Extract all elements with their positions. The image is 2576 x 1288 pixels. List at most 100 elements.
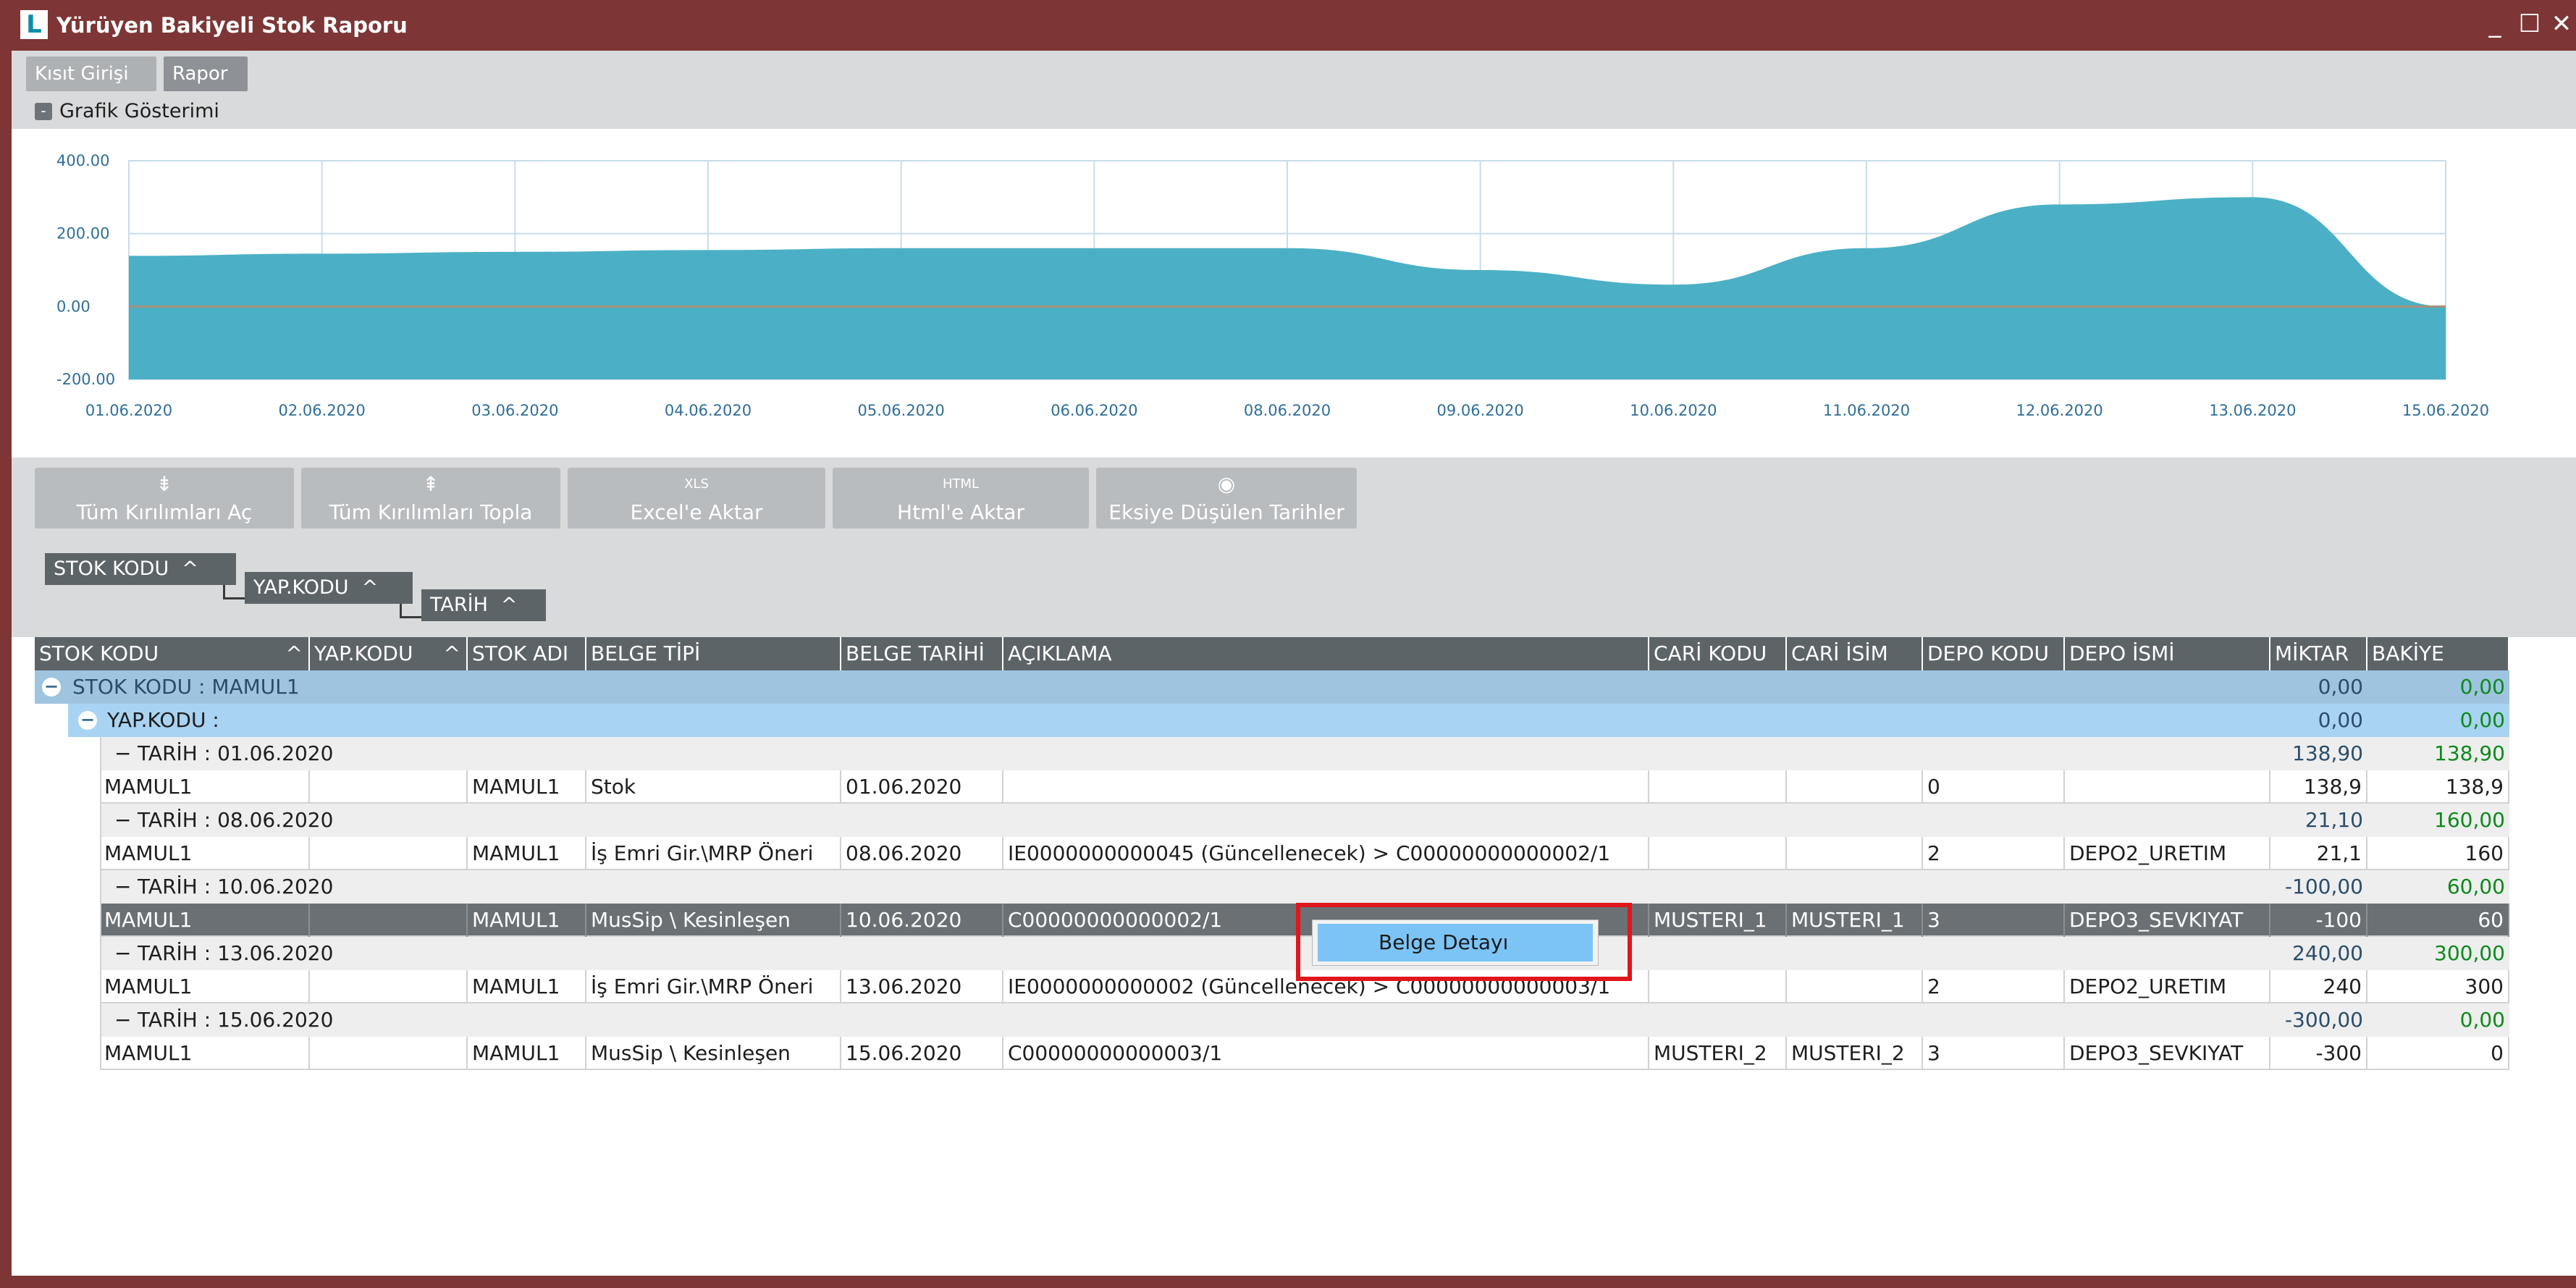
cell-stok-kodu[interactable]: MAMUL1 [100,770,310,804]
cell-bakiye[interactable]: 60 [2367,904,2509,937]
cell-bakiye[interactable]: 300 [2367,970,2509,1003]
cell-belge-tipi[interactable]: İş Emri Gir.\MRP Öneri [586,837,841,870]
cell-cari-isim[interactable] [1787,837,1923,870]
cell-yap-kodu[interactable] [310,770,468,804]
cell-aciklama[interactable]: IE0000000000045 (Güncellenecek) > C00000… [1003,837,1649,870]
cell-depo-ismi[interactable]: DEPO2_URETIM [2065,837,2270,870]
cell-depo-kodu[interactable]: 2 [1923,837,2065,870]
col-header-depo-kodu[interactable]: DEPO KODU [1923,637,2065,670]
cell-depo-ismi[interactable]: DEPO2_URETIM [2065,970,2270,1003]
cell-bakiye[interactable]: 138,9 [2367,770,2509,804]
cell-belge-tipi[interactable]: MusSip \ Kesinleşen [586,1037,841,1070]
cell-stok-adi[interactable]: MAMUL1 [468,770,586,804]
cell-stok-kodu[interactable]: MAMUL1 [100,970,310,1003]
export-html-button[interactable]: HTML Html'e Aktar [833,468,1089,529]
cell-yap-kodu[interactable] [310,970,468,1003]
table-row[interactable]: MAMUL1 MAMUL1 MusSip \ Kesinleşen 15.06.202… [35,1037,2509,1070]
cell-aciklama[interactable]: C00000000000003/1 [1003,1037,1649,1070]
date-collapse-icon[interactable]: − [114,937,131,970]
date-collapse-icon[interactable]: − [114,870,131,904]
col-header-belge-tarihi[interactable]: BELGE TARİHİ [841,637,1003,670]
cell-stok-kodu[interactable]: MAMUL1 [100,1037,310,1070]
cell-bakiye[interactable]: 160 [2367,837,2509,870]
date-group-row[interactable]: − TARİH : 08.06.2020 21,10 160,00 [35,804,2509,837]
cell-belge-tarihi[interactable]: 13.06.2020 [841,970,1003,1003]
cell-depo-ismi[interactable] [2065,770,2270,804]
col-header-miktar[interactable]: MİKTAR [2270,637,2367,670]
cell-depo-kodu[interactable]: 2 [1923,970,2065,1003]
collapse-all-button[interactable]: ⇞ Tüm Kırılımları Topla [301,468,560,529]
close-icon[interactable]: ✕ [2546,6,2576,42]
cell-cari-kodu[interactable]: MUSTERI_2 [1649,1037,1787,1070]
sort-caret-icon[interactable]: ^ [501,594,518,616]
cell-cari-kodu[interactable] [1649,970,1787,1003]
cell-miktar[interactable]: -100 [2270,904,2367,937]
groupby-chip-yap-kodu[interactable]: YAP.KODU ^ [245,572,413,604]
export-excel-button[interactable]: XLS Excel'e Aktar [568,468,825,529]
cell-aciklama[interactable] [1003,770,1649,804]
cell-stok-kodu[interactable]: MAMUL1 [100,904,310,937]
cell-yap-kodu[interactable] [310,904,468,937]
cell-depo-kodu[interactable]: 3 [1923,1037,2065,1070]
cell-cari-isim[interactable]: MUSTERI_2 [1787,1037,1923,1070]
date-collapse-icon[interactable]: − [114,1003,131,1037]
col-header-cari-isim[interactable]: CARİ İSİM [1787,637,1923,670]
cell-miktar[interactable]: -300 [2270,1037,2367,1070]
col-header-cari-kodu[interactable]: CARİ KODU [1649,637,1787,670]
maximize-icon[interactable]: ☐ [2514,6,2546,42]
date-collapse-icon[interactable]: − [114,804,131,837]
cell-stok-kodu[interactable]: MAMUL1 [100,837,310,870]
context-menu-item-belge-detayi[interactable]: Belge Detayı [1318,924,1593,961]
collapse-icon[interactable]: - [35,103,52,120]
cell-cari-isim[interactable]: MUSTERI_1 [1787,904,1923,937]
cell-cari-kodu[interactable] [1649,837,1787,870]
tab-kisit-girisi[interactable]: Kısıt Girişi [26,56,156,91]
col-header-belge-tipi[interactable]: BELGE TİPİ [586,637,841,670]
table-row[interactable]: MAMUL1 MAMUL1 İş Emri Gir.\MRP Öneri 13.06.… [35,970,2509,1003]
cell-miktar[interactable]: 138,9 [2270,770,2367,804]
group-row-stok-kodu[interactable]: − STOK KODU : MAMUL1 0,00 0,00 [35,670,2509,704]
cell-belge-tarihi[interactable]: 01.06.2020 [841,770,1003,804]
cell-bakiye[interactable]: 0 [2367,1037,2509,1070]
negative-dates-button[interactable]: ◉ Eksiye Düşülen Tarihler [1096,468,1357,529]
cell-belge-tipi[interactable]: MusSip \ Kesinleşen [586,904,841,937]
cell-depo-kodu[interactable]: 3 [1923,904,2065,937]
date-collapse-icon[interactable]: − [114,737,131,770]
table-row-selected[interactable]: MAMUL1 MAMUL1 MusSip \ Kesinleşen 10.06.202… [35,904,2509,937]
cell-cari-isim[interactable] [1787,770,1923,804]
cell-yap-kodu[interactable] [310,1037,468,1070]
col-header-aciklama[interactable]: AÇIKLAMA [1003,637,1649,670]
col-header-bakiye[interactable]: BAKİYE [2367,637,2509,670]
cell-belge-tarihi[interactable]: 10.06.2020 [841,904,1003,937]
cell-belge-tarihi[interactable]: 15.06.2020 [841,1037,1003,1070]
cell-miktar[interactable]: 240 [2270,970,2367,1003]
col-header-stok-kodu[interactable]: STOK KODU ^ [35,637,310,670]
cell-depo-ismi[interactable]: DEPO3_SEVKIYAT [2065,904,2270,937]
tab-rapor[interactable]: Rapor [164,56,248,91]
cell-depo-ismi[interactable]: DEPO3_SEVKIYAT [2065,1037,2270,1070]
collapse-group-icon[interactable]: − [78,711,97,730]
date-group-row[interactable]: − TARİH : 13.06.2020 240,00 300,00 [35,937,2509,970]
sort-caret-icon[interactable]: ^ [444,637,460,670]
date-group-row[interactable]: − TARİH : 10.06.2020 -100,00 60,00 [35,870,2509,904]
groupby-chip-tarih[interactable]: TARİH ^ [421,589,546,621]
minimize-icon[interactable]: _ [2479,6,2511,42]
sort-caret-icon[interactable]: ^ [286,637,303,670]
cell-depo-kodu[interactable]: 0 [1923,770,2065,804]
group-row-yap-kodu[interactable]: − YAP.KODU : 0,00 0,00 [35,704,2509,737]
table-row[interactable]: MAMUL1 MAMUL1 Stok 01.06.2020 0 138,9 138,9 [35,770,2509,804]
col-header-stok-adi[interactable]: STOK ADI [468,637,586,670]
col-header-yap-kodu[interactable]: YAP.KODU ^ [310,637,468,670]
date-group-row[interactable]: − TARİH : 15.06.2020 -300,00 0,00 [35,1003,2509,1037]
cell-stok-adi[interactable]: MAMUL1 [468,904,586,937]
cell-cari-isim[interactable] [1787,970,1923,1003]
cell-stok-adi[interactable]: MAMUL1 [468,970,586,1003]
col-header-depo-ismi[interactable]: DEPO İSMİ [2065,637,2270,670]
sort-caret-icon[interactable]: ^ [182,557,198,580]
cell-stok-adi[interactable]: MAMUL1 [468,837,586,870]
expand-all-button[interactable]: ⇟ Tüm Kırılımları Aç [35,468,294,529]
cell-cari-kodu[interactable]: MUSTERI_1 [1649,904,1787,937]
cell-belge-tipi[interactable]: Stok [586,770,841,804]
cell-belge-tarihi[interactable]: 08.06.2020 [841,837,1003,870]
cell-cari-kodu[interactable] [1649,770,1787,804]
